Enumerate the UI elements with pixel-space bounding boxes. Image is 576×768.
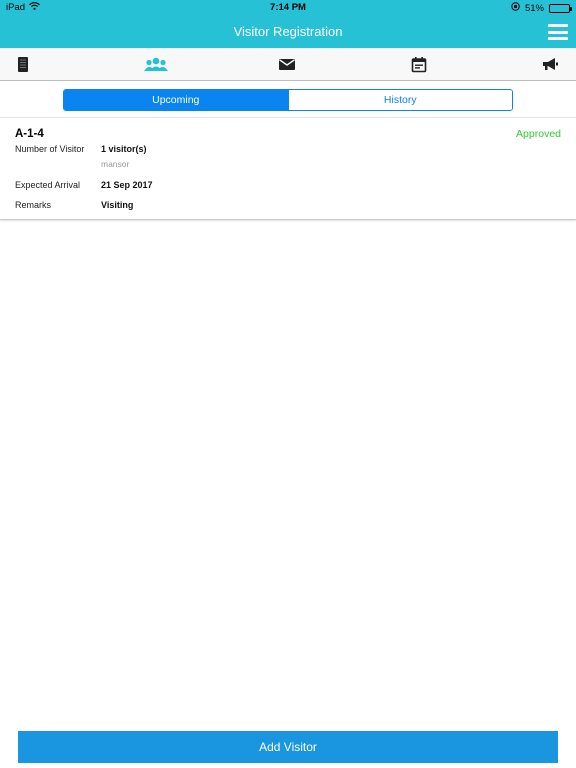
battery-icon [549, 3, 572, 13]
visitors-group-icon[interactable] [143, 56, 169, 73]
app-header: iPad 7:14 PM 51% Visitor Registration [0, 0, 576, 48]
remarks-label: Remarks [15, 200, 52, 210]
remarks-value: Visiting [101, 200, 134, 210]
add-visitor-button[interactable]: Add Visitor [18, 731, 558, 763]
unit-number: A-1-4 [15, 128, 44, 140]
number-of-visitor-value: 1 visitor(s) [101, 144, 147, 154]
battery-percent: 51% [524, 2, 544, 14]
visit-card[interactable]: A-1-4 Approved Number of Visitor 1 visit… [0, 117, 576, 220]
page-title: Visitor Registration [233, 24, 343, 39]
icon-toolbar [0, 48, 576, 81]
visit-tabs: Upcoming History [63, 89, 513, 111]
tab-upcoming[interactable]: Upcoming [64, 90, 288, 110]
number-of-visitor-label: Number of Visitor [15, 144, 85, 154]
tab-history[interactable]: History [287, 90, 512, 110]
status-bar: iPad 7:14 PM 51% [0, 0, 576, 16]
visitor-name: mansor [101, 159, 130, 169]
megaphone-icon[interactable] [541, 56, 561, 73]
document-icon[interactable] [16, 56, 36, 73]
status-time: 7:14 PM [270, 2, 306, 13]
status-badge: Approved [516, 128, 561, 140]
expected-arrival-label: Expected Arrival [15, 180, 81, 190]
calendar-icon[interactable] [411, 56, 431, 73]
hamburger-menu-icon[interactable] [548, 24, 568, 40]
expected-arrival-value: 21 Sep 2017 [101, 180, 153, 190]
mail-icon[interactable] [278, 56, 298, 73]
orientation-lock-icon [511, 2, 520, 14]
